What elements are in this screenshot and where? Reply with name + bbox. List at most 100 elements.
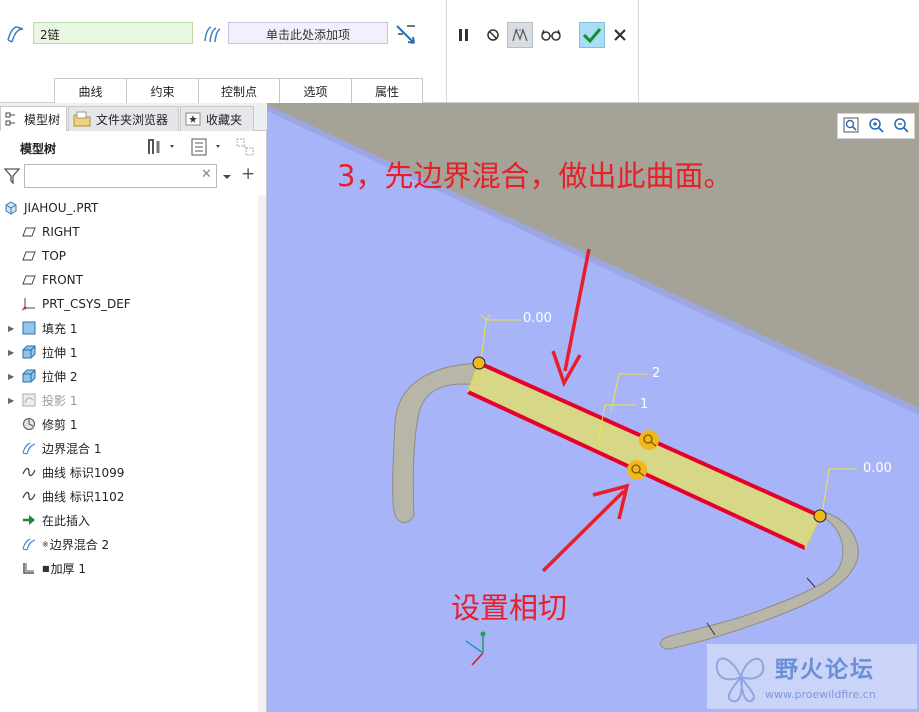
cancel-button[interactable]: [607, 22, 633, 48]
tab-constraints[interactable]: 约束: [126, 78, 199, 103]
curve-icon: [22, 491, 42, 501]
show-options-icon[interactable]: [190, 137, 220, 157]
tree-node[interactable]: 边界混合 1: [22, 436, 258, 460]
trim-icon: [22, 417, 42, 431]
model-tree-icon: [5, 112, 15, 126]
expand-arrow-icon[interactable]: ▶: [8, 372, 14, 381]
expand-arrow-icon[interactable]: ▶: [8, 324, 14, 333]
tree-node[interactable]: 修剪 1: [22, 412, 258, 436]
expand-arrow-icon[interactable]: ▶: [8, 348, 14, 357]
tree-node[interactable]: ▶ 填充 1: [8, 316, 258, 340]
tangent-constraint-handle[interactable]: [627, 460, 647, 480]
tree-node[interactable]: PRT_CSYS_DEF: [22, 292, 258, 316]
dim-label[interactable]: 1: [640, 397, 648, 412]
tree-node-label: 修剪 1: [42, 417, 78, 432]
tree-node-label: 曲线 标识1102: [42, 489, 125, 504]
datum-plane-icon: [22, 274, 42, 286]
tree-node-label: 拉伸 1: [42, 345, 78, 360]
tangent-constraint-handle[interactable]: [639, 430, 659, 450]
tree-node-label: FRONT: [42, 273, 83, 287]
tab-options[interactable]: 选项: [279, 78, 352, 103]
chain-endpoint[interactable]: [813, 509, 827, 523]
first-direction-chain-field[interactable]: 2链: [33, 22, 193, 44]
tree-node-marker: ■: [42, 563, 50, 573]
datum-plane-icon: [22, 250, 42, 262]
tab-control-points[interactable]: 控制点: [198, 78, 280, 103]
part-icon: [4, 201, 24, 215]
curve-icon: [22, 467, 42, 477]
add-filter-icon[interactable]: +: [241, 164, 255, 184]
ok-button[interactable]: [579, 22, 605, 48]
no-preview-button[interactable]: [480, 22, 506, 48]
pause-button[interactable]: [451, 22, 477, 48]
flip-direction-icon[interactable]: [394, 22, 418, 46]
view-toolbar: [837, 113, 915, 139]
filter-icon: [3, 167, 21, 185]
tree-search-input[interactable]: [24, 164, 217, 188]
tab-folder-browser[interactable]: 文件夹浏览器: [68, 106, 179, 131]
second-direction-field[interactable]: 单击此处添加项: [228, 22, 388, 44]
dim-label[interactable]: 0.00: [523, 311, 552, 326]
pause-icon: [459, 29, 468, 41]
tab-favorites[interactable]: 收藏夹: [180, 106, 254, 131]
chain-endpoint[interactable]: [472, 356, 486, 370]
tree-node[interactable]: ▶ 投影 1: [8, 388, 258, 412]
tree-node[interactable]: 曲线 标识1099: [22, 460, 258, 484]
insert-arrow-icon: [22, 514, 42, 526]
verify-preview-button[interactable]: [507, 22, 533, 48]
thicken-icon: [22, 561, 42, 575]
datum-plane-icon: [22, 226, 42, 238]
tree-node[interactable]: ■ 加厚 1: [22, 556, 258, 580]
tree-node[interactable]: JIAHOU_.PRT: [4, 196, 240, 220]
refit-icon[interactable]: [843, 117, 859, 136]
dashboard-separator: [638, 0, 639, 103]
graphics-viewport[interactable]: 3，先边界混合，做出此曲面。 设置相切 0.00 2 1 0.00 野火论坛 w…: [267, 103, 919, 712]
tab-curves[interactable]: 曲线: [54, 78, 127, 103]
favorites-icon: [185, 112, 201, 126]
dim-label[interactable]: 0.00: [863, 461, 892, 476]
clear-search-icon[interactable]: ✕: [201, 167, 212, 182]
zoom-out-icon[interactable]: [893, 117, 909, 136]
tree-filter-settings-icon[interactable]: [235, 137, 255, 157]
extrude-icon: [22, 345, 42, 359]
project-icon: [22, 393, 42, 407]
tree-node[interactable]: ▶ 拉伸 2: [8, 364, 258, 388]
expand-arrow-icon[interactable]: ▶: [8, 396, 14, 405]
dim-label[interactable]: 2: [652, 366, 660, 381]
tree-node-label: RIGHT: [42, 225, 80, 239]
annotation-title: 3，先边界混合，做出此曲面。: [337, 159, 733, 193]
tree-scrollbar[interactable]: [258, 195, 266, 712]
tree-node[interactable]: 在此插入: [22, 508, 258, 532]
tree-node-label: 曲线 标识1099: [42, 465, 125, 480]
tab-model-tree[interactable]: 模型树: [0, 106, 67, 131]
tree-node-label: TOP: [42, 249, 67, 263]
tree-node[interactable]: TOP: [22, 244, 258, 268]
fill-icon: [22, 321, 42, 335]
tab-favorites-label: 收藏夹: [206, 112, 243, 127]
tree-node[interactable]: ※ 边界混合 2: [22, 532, 258, 556]
tree-node[interactable]: RIGHT: [22, 220, 258, 244]
tab-properties[interactable]: 属性: [351, 78, 423, 103]
model-tree-title: 模型树: [20, 142, 57, 156]
annotation-tangent: 设置相切: [451, 591, 568, 625]
tree-node[interactable]: ▶ 拉伸 1: [8, 340, 258, 364]
dashboard-tabs: 曲线 约束 控制点 选项 属性: [54, 78, 423, 103]
settings-tools-icon[interactable]: [146, 137, 174, 157]
tree-node-label: 投影 1: [42, 393, 78, 408]
tree-node[interactable]: FRONT: [22, 268, 258, 292]
tree-node[interactable]: 曲线 标识1102: [22, 484, 258, 508]
csys-icon: [22, 297, 42, 311]
folder-icon: [73, 111, 91, 127]
tree-node-label: 边界混合 1: [42, 441, 102, 456]
tree-node-label: 填充 1: [42, 321, 78, 336]
boundary-blend-dashboard: 2链 单击此处添加项 曲线 约束 控制点 选项 属性: [0, 0, 919, 103]
extrude-icon: [22, 369, 42, 383]
chevron-down-icon[interactable]: [222, 169, 232, 183]
second-direction-icon: [201, 23, 223, 45]
butterfly-logo-icon: [715, 657, 765, 703]
glasses-button[interactable]: [538, 22, 564, 48]
zoom-in-icon[interactable]: [868, 117, 884, 136]
dashboard-separator: [446, 0, 447, 103]
tab-folder-browser-label: 文件夹浏览器: [96, 112, 169, 127]
checkmark-icon: [582, 28, 602, 44]
